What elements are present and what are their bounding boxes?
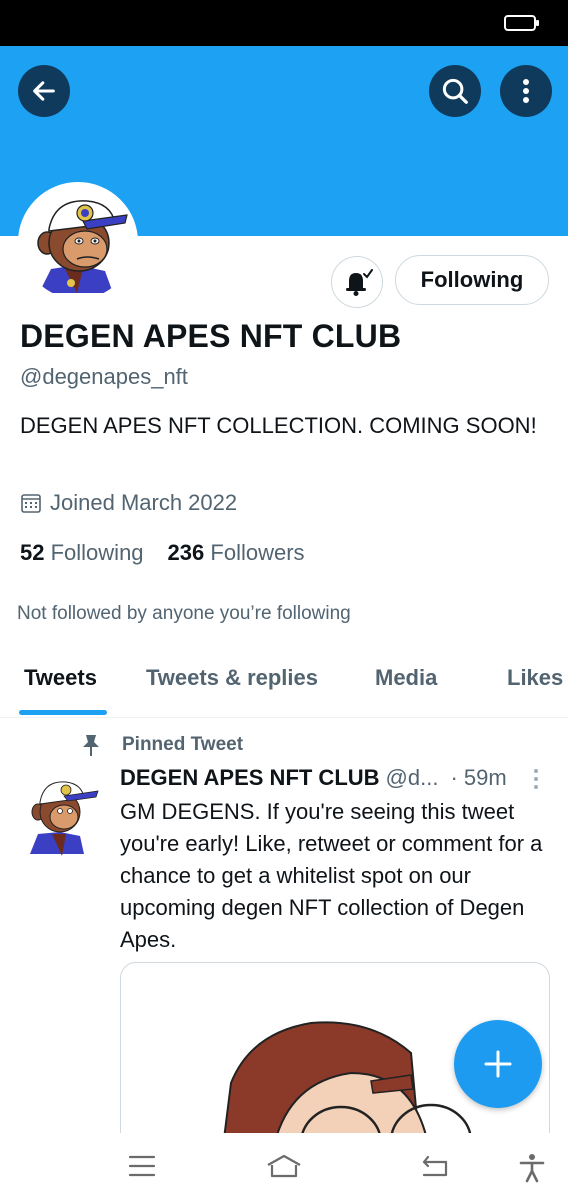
- profile-avatar[interactable]: [18, 182, 138, 302]
- profile-tabs: Tweets Tweets & replies Media Likes: [0, 650, 568, 718]
- profile-handle: @degenapes_nft: [20, 364, 188, 389]
- arrow-left-icon: [33, 81, 55, 101]
- tweet-avatar[interactable]: [26, 770, 100, 860]
- profile-bio: DEGEN APES NFT COLLECTION. COMING SOON!: [20, 413, 537, 438]
- accessibility-icon[interactable]: [518, 1153, 546, 1183]
- calendar-icon: [21, 494, 41, 513]
- back-icon[interactable]: [418, 1153, 450, 1179]
- more-button[interactable]: [500, 65, 552, 117]
- search-icon: [442, 78, 468, 104]
- plus-icon: [484, 1050, 512, 1078]
- more-vertical-icon: [534, 769, 538, 789]
- pinned-indicator: Pinned Tweet: [80, 733, 243, 757]
- joined-date: Joined March 2022: [20, 490, 237, 516]
- pinned-label: Pinned Tweet: [122, 734, 244, 755]
- tab-tweets-replies[interactable]: Tweets & replies: [146, 665, 318, 691]
- following-label: Following: [50, 540, 144, 565]
- profile-display-name: DEGEN APES NFT CLUB: [20, 318, 402, 354]
- status-bar: [0, 0, 568, 46]
- following-count: 52: [20, 540, 45, 565]
- joined-text: Joined March 2022: [50, 490, 238, 515]
- tweet-timestamp[interactable]: · 59m: [450, 765, 506, 791]
- ape-avatar-image: [30, 781, 99, 856]
- tab-tweets[interactable]: Tweets: [24, 665, 97, 691]
- back-button[interactable]: [18, 65, 70, 117]
- following-button[interactable]: Following: [395, 255, 549, 305]
- search-button[interactable]: [429, 65, 481, 117]
- tweet-text: GM DEGENS. If you're seeing this tweet y…: [120, 799, 543, 952]
- system-nav-bar: [0, 1133, 568, 1200]
- active-tab-indicator: [19, 710, 107, 715]
- profile-stats: 52 Following 236 Followers: [20, 540, 305, 566]
- bell-check-icon: [346, 269, 373, 296]
- tweet-more-button[interactable]: [531, 768, 541, 795]
- not-followed-note: Not followed by anyone you’re following: [17, 603, 351, 624]
- notifications-button[interactable]: [331, 256, 383, 308]
- ape-avatar-image: [37, 200, 128, 293]
- tweet-author-name[interactable]: DEGEN APES NFT CLUB: [120, 765, 380, 791]
- more-vertical-icon: [523, 79, 529, 103]
- menu-icon[interactable]: [128, 1153, 156, 1179]
- tab-likes[interactable]: Likes: [507, 665, 563, 691]
- followers-label: Followers: [210, 540, 305, 565]
- following-link[interactable]: 52 Following: [20, 540, 144, 566]
- tab-media[interactable]: Media: [375, 665, 437, 691]
- home-icon[interactable]: [265, 1153, 303, 1179]
- followers-count: 236: [167, 540, 205, 565]
- tweet-author-handle[interactable]: @d...: [386, 765, 439, 791]
- tweet-header: DEGEN APES NFT CLUB @d... · 59m: [120, 765, 550, 791]
- battery-icon: [504, 15, 539, 31]
- compose-tweet-button[interactable]: [454, 1020, 542, 1108]
- pin-icon: [83, 735, 99, 756]
- followers-link[interactable]: 236 Followers: [168, 540, 305, 566]
